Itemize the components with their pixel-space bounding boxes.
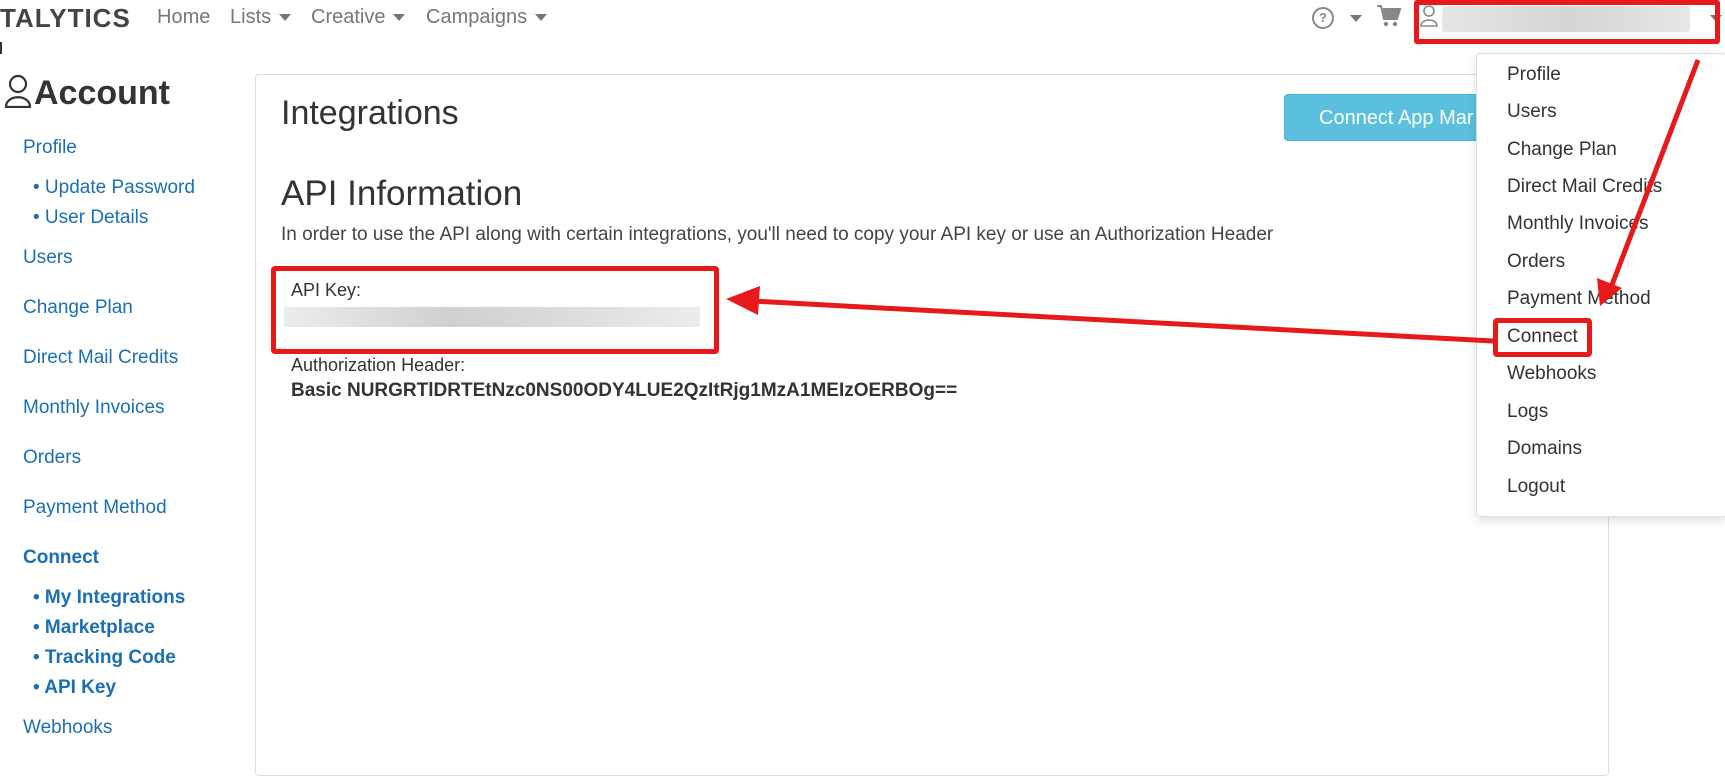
- text-cursor: [0, 42, 2, 54]
- menu-item-logs[interactable]: Logs: [1507, 401, 1548, 423]
- nav-home-label: Home: [157, 6, 211, 28]
- sidebar-item-update-password[interactable]: • Update Password: [33, 177, 195, 199]
- sidebar-item-orders[interactable]: Orders: [23, 447, 81, 469]
- menu-item-logout[interactable]: Logout: [1507, 476, 1565, 498]
- brand-logo[interactable]: TALYTICS: [0, 3, 131, 34]
- nav-home[interactable]: Home: [157, 6, 210, 29]
- chevron-down-icon[interactable]: [1350, 15, 1362, 22]
- sidebar-item-monthly-invoices[interactable]: Monthly Invoices: [23, 397, 165, 419]
- nav-campaigns[interactable]: Campaigns: [426, 6, 548, 29]
- menu-item-profile[interactable]: Profile: [1507, 64, 1561, 86]
- sidebar-item-connect[interactable]: Connect: [23, 547, 99, 569]
- help-icon[interactable]: ?: [1312, 7, 1334, 29]
- api-information-heading: API Information: [281, 174, 523, 213]
- account-title: Account: [4, 74, 170, 113]
- menu-item-direct-mail-credits[interactable]: Direct Mail Credits: [1507, 176, 1662, 198]
- nav-campaigns-label: Campaigns: [426, 6, 528, 28]
- user-menu-highlight[interactable]: [1414, 0, 1720, 44]
- menu-item-payment-method[interactable]: Payment Method: [1507, 288, 1651, 310]
- sidebar-item-api-key[interactable]: • API Key: [33, 677, 116, 699]
- menu-item-monthly-invoices[interactable]: Monthly Invoices: [1507, 213, 1649, 235]
- cart-icon[interactable]: [1376, 4, 1402, 28]
- auth-header-label: Authorization Header:: [291, 355, 466, 375]
- connect-highlight: [1493, 318, 1592, 357]
- auth-header-value[interactable]: Basic NURGRTlDRTEtNzc0NS00ODY4LUE2QzItRj…: [291, 380, 957, 402]
- sidebar-item-marketplace[interactable]: • Marketplace: [33, 617, 155, 639]
- sidebar-item-user-details[interactable]: • User Details: [33, 207, 148, 229]
- sidebar-item-profile[interactable]: Profile: [23, 137, 77, 159]
- account-title-label: Account: [34, 74, 170, 112]
- menu-item-domains[interactable]: Domains: [1507, 438, 1582, 460]
- chevron-down-icon: [393, 14, 406, 22]
- menu-item-orders[interactable]: Orders: [1507, 251, 1565, 273]
- menu-item-users[interactable]: Users: [1507, 101, 1557, 123]
- nav-lists-label: Lists: [230, 6, 272, 28]
- sidebar-item-direct-mail-credits[interactable]: Direct Mail Credits: [23, 347, 178, 369]
- menu-item-webhooks[interactable]: Webhooks: [1507, 363, 1596, 385]
- sidebar-item-webhooks[interactable]: Webhooks: [23, 717, 112, 739]
- sidebar-item-change-plan[interactable]: Change Plan: [23, 297, 133, 319]
- chevron-down-icon: [279, 14, 292, 22]
- sidebar-item-users[interactable]: Users: [23, 247, 73, 269]
- sidebar-item-payment-method[interactable]: Payment Method: [23, 497, 167, 519]
- nav-creative[interactable]: Creative: [311, 6, 406, 29]
- top-navbar: TALYTICS Home Lists Creative Campaigns ?: [0, 0, 1725, 53]
- sidebar-item-my-integrations[interactable]: • My Integrations: [33, 587, 185, 609]
- page-title: Integrations: [281, 94, 459, 132]
- nav-creative-label: Creative: [311, 6, 386, 28]
- user-icon: [4, 74, 32, 108]
- nav-lists[interactable]: Lists: [230, 6, 292, 29]
- api-description: In order to use the API along with certa…: [281, 224, 1274, 245]
- menu-item-change-plan[interactable]: Change Plan: [1507, 139, 1617, 161]
- chevron-down-icon: [535, 14, 548, 22]
- api-key-highlight: [271, 266, 719, 354]
- sidebar-item-tracking-code[interactable]: • Tracking Code: [33, 647, 176, 669]
- connect-app-marketplace-button[interactable]: Connect App Mar: [1284, 94, 1494, 141]
